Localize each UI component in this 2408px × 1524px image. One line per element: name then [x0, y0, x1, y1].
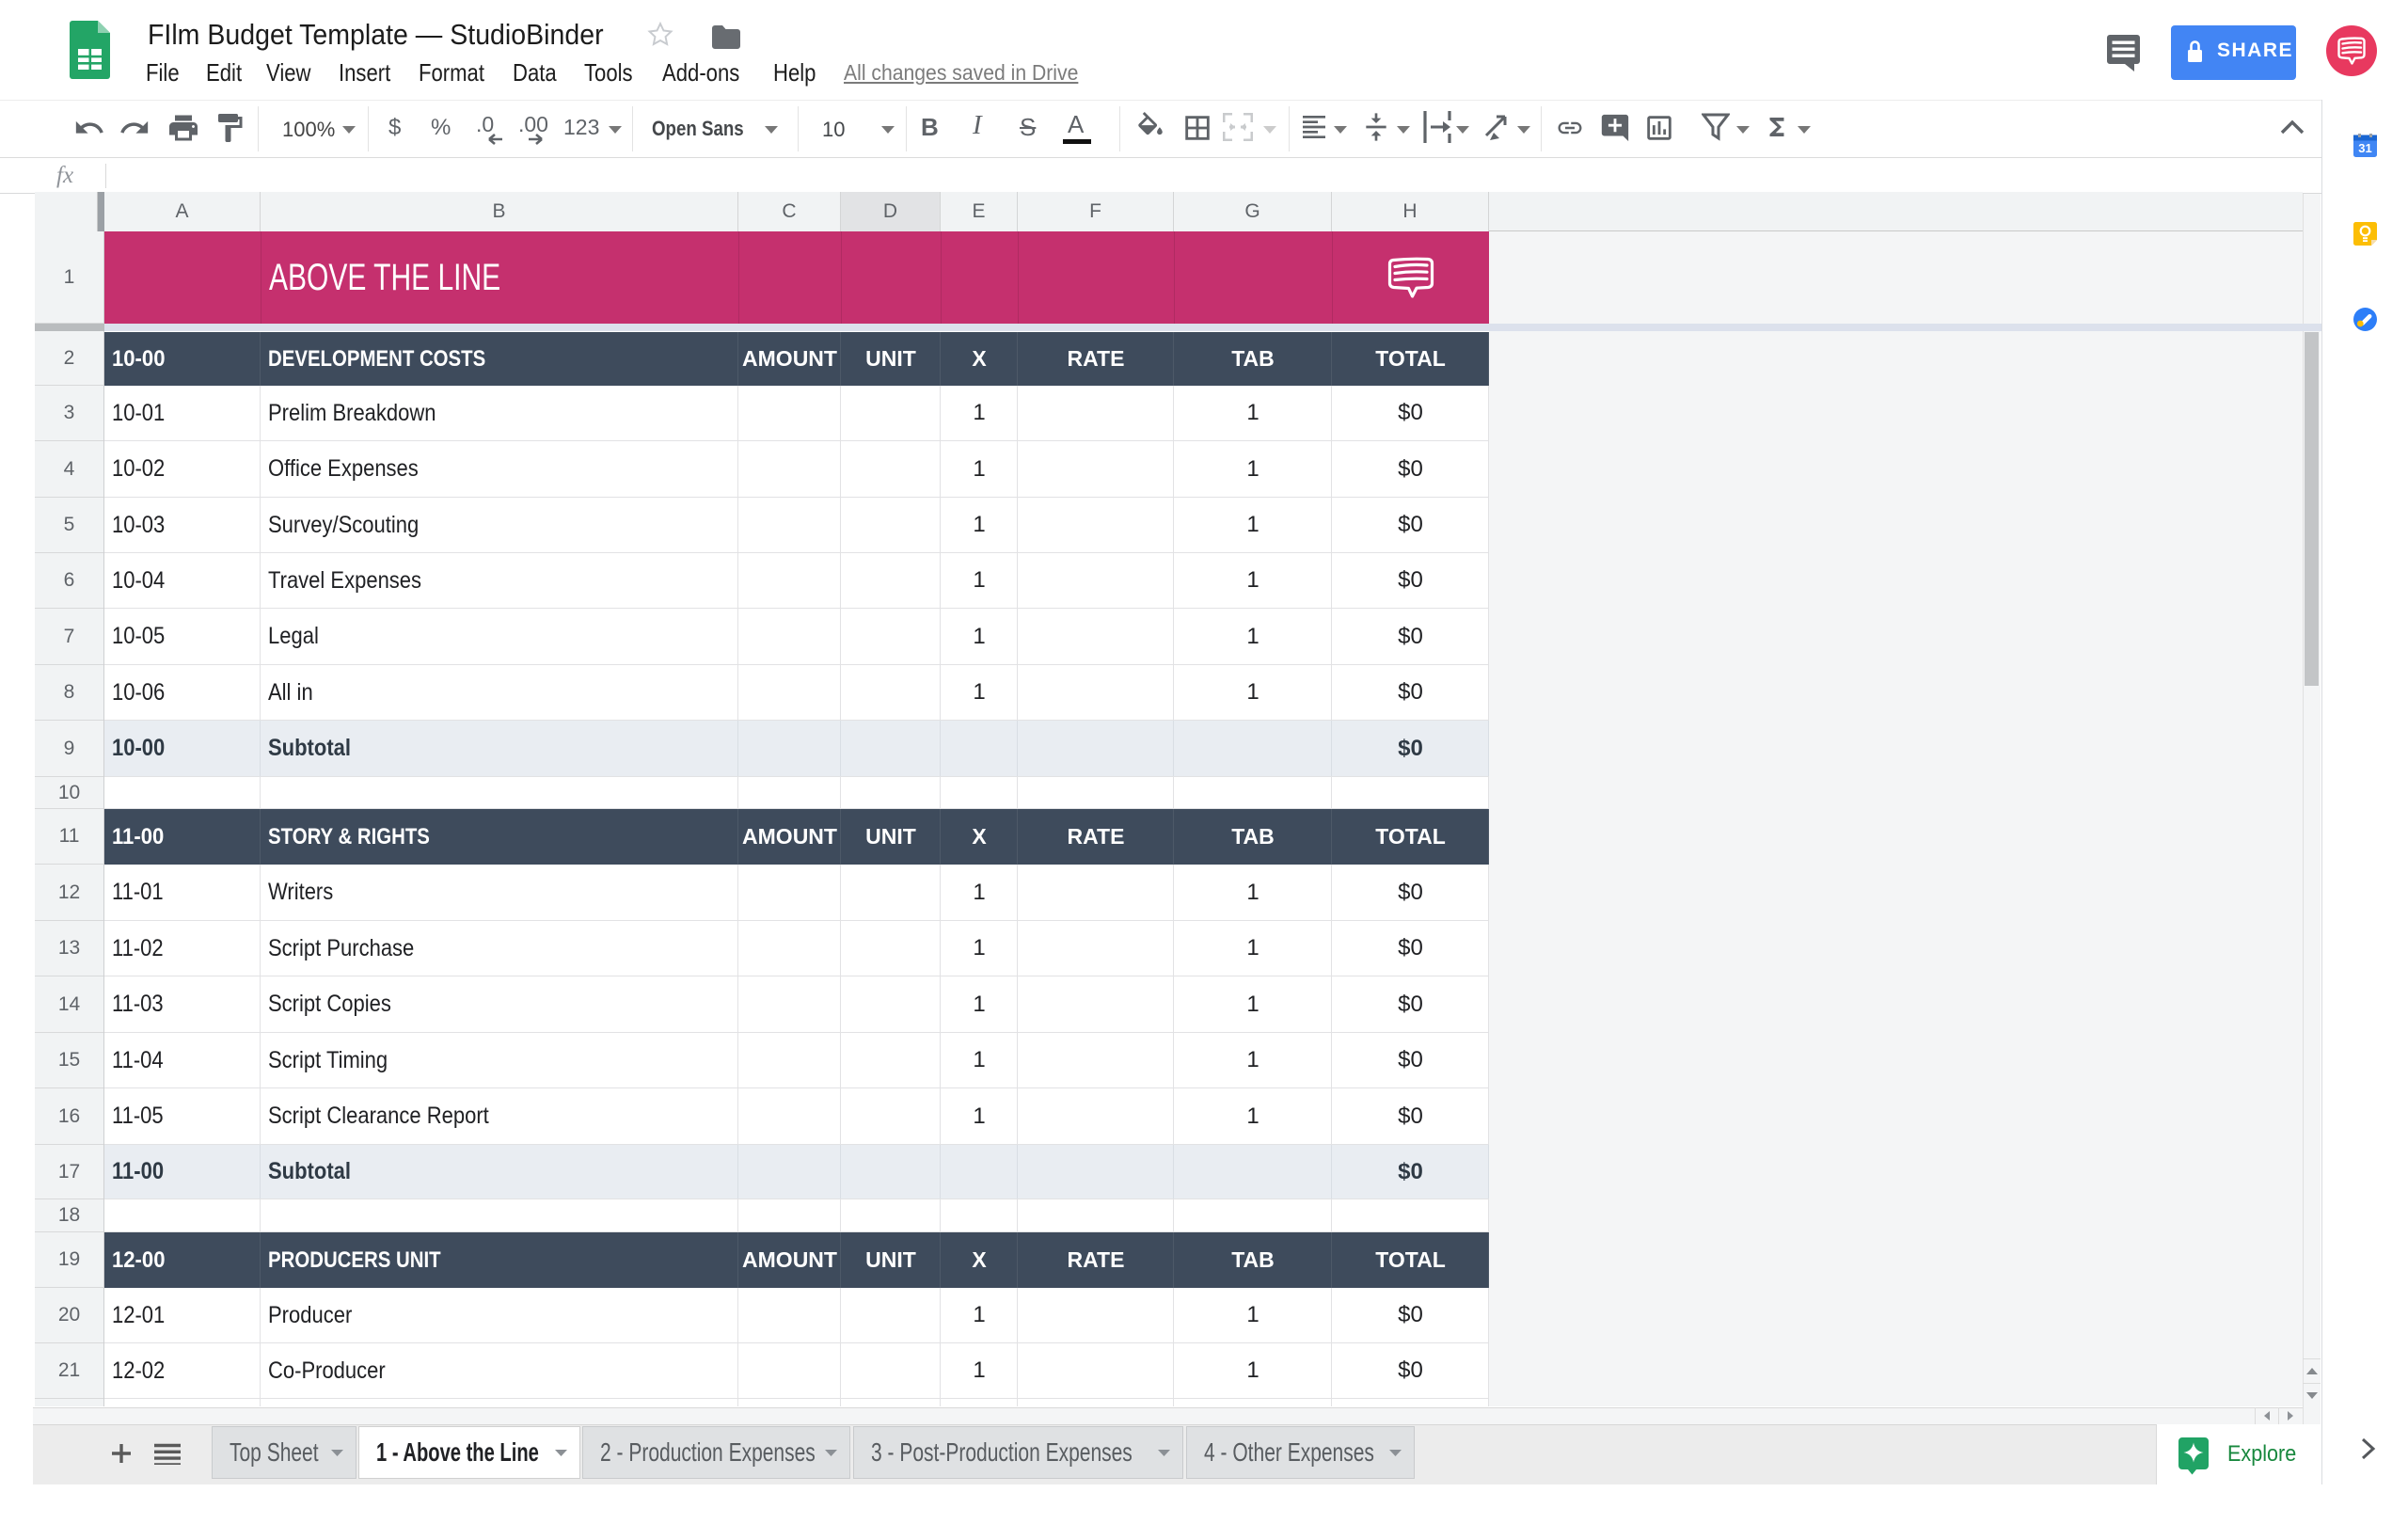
svg-text:31: 31	[2358, 141, 2371, 155]
